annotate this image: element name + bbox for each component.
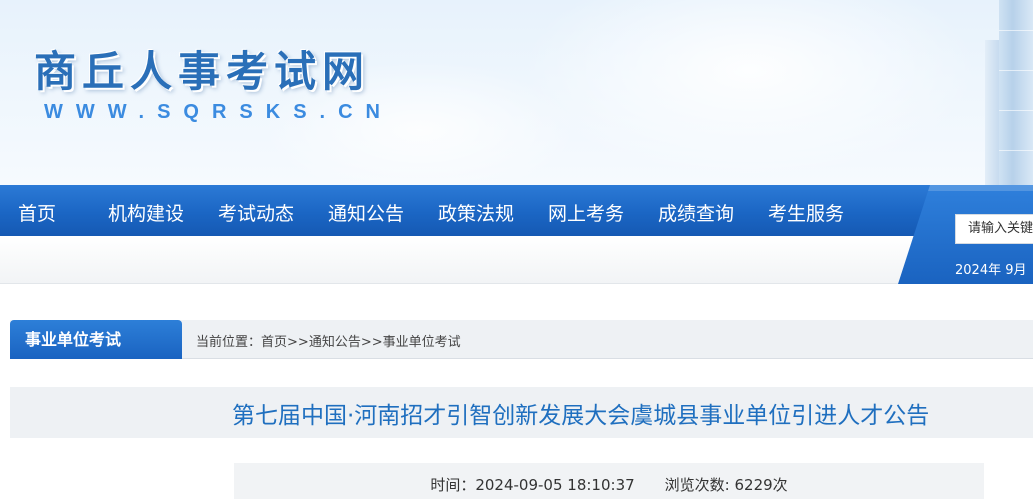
breadcrumb-prefix: 当前位置： xyxy=(196,335,262,350)
nav-item-organization[interactable]: 机构建设 xyxy=(108,199,184,226)
breadcrumb-notices[interactable]: 通知公告 xyxy=(309,335,361,350)
site-banner: 商丘人事考试网 WWW.SQRSKS.CN xyxy=(0,0,1033,185)
breadcrumb-separator: >> xyxy=(360,335,383,350)
nav-subbar xyxy=(0,236,1033,284)
banner-building-image xyxy=(985,40,999,185)
breadcrumb-separator: >> xyxy=(287,335,309,350)
current-date: 2024年 9月 xyxy=(955,263,1027,278)
banner-decoration xyxy=(999,110,1033,111)
article-title: 第七届中国·河南招才引智创新发展大会虞城县事业单位引进人才公告 xyxy=(232,403,930,429)
view-count: 6229次 xyxy=(734,476,788,494)
nav-item-policies[interactable]: 政策法规 xyxy=(438,199,514,226)
search-input[interactable]: 请输入关键 xyxy=(955,214,1033,244)
site-logo-title[interactable]: 商丘人事考试网 xyxy=(34,38,370,99)
nav-item-notices[interactable]: 通知公告 xyxy=(328,199,404,226)
breadcrumb: 当前位置：首页>>通知公告>>事业单位考试 xyxy=(196,331,461,350)
nav-item-score-query[interactable]: 成绩查询 xyxy=(658,199,734,226)
nav-item-home[interactable]: 首页 xyxy=(18,199,56,226)
banner-building-image xyxy=(985,0,1033,185)
banner-decoration xyxy=(999,30,1033,31)
view-count-label: 浏览次数: xyxy=(664,476,735,494)
nav-item-online-exam[interactable]: 网上考务 xyxy=(548,199,624,226)
nav-item-candidate-service[interactable]: 考生服务 xyxy=(768,199,844,226)
banner-decoration xyxy=(999,70,1033,71)
publish-time-label: 时间： xyxy=(430,476,476,494)
site-url: WWW.SQRSKS.CN xyxy=(44,101,393,123)
article-meta: 时间：2024-09-05 18:10:37 浏览次数: 6229次 xyxy=(0,474,1033,495)
nav-item-exam-news[interactable]: 考试动态 xyxy=(218,199,294,226)
banner-decoration xyxy=(999,150,1033,151)
main-nav: 首页 机构建设 考试动态 通知公告 政策法规 网上考务 成绩查询 考生服务 xyxy=(0,185,1033,236)
breadcrumb-home[interactable]: 首页 xyxy=(261,335,287,350)
breadcrumb-current[interactable]: 事业单位考试 xyxy=(383,335,461,350)
section-title[interactable]: 事业单位考试 xyxy=(10,320,182,359)
banner-cloud xyxy=(520,0,980,180)
publish-time: 2024-09-05 18:10:37 xyxy=(475,476,635,494)
